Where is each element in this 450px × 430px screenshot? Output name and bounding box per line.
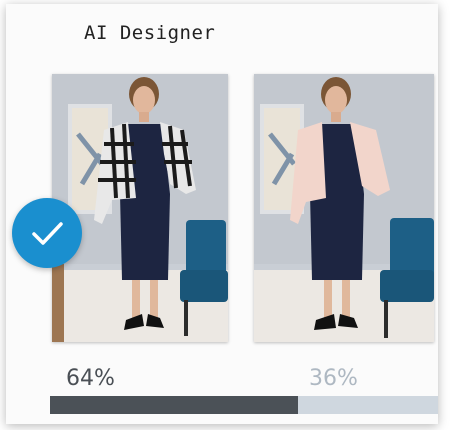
outfit-vote-card: AI Designer 64% 36% <box>6 4 438 424</box>
selected-checkmark <box>12 198 82 268</box>
vote-percent-right: 36% <box>309 366 358 391</box>
vote-progress-fill <box>50 396 299 414</box>
outfit-photo-blush[interactable] <box>254 74 434 342</box>
vote-percent-left: 64% <box>66 366 115 391</box>
checkmark-icon <box>32 222 63 245</box>
app-title: AI Designer <box>84 22 216 44</box>
vote-progress-bar <box>50 396 438 414</box>
outfit-photo-plaid[interactable] <box>52 74 228 342</box>
